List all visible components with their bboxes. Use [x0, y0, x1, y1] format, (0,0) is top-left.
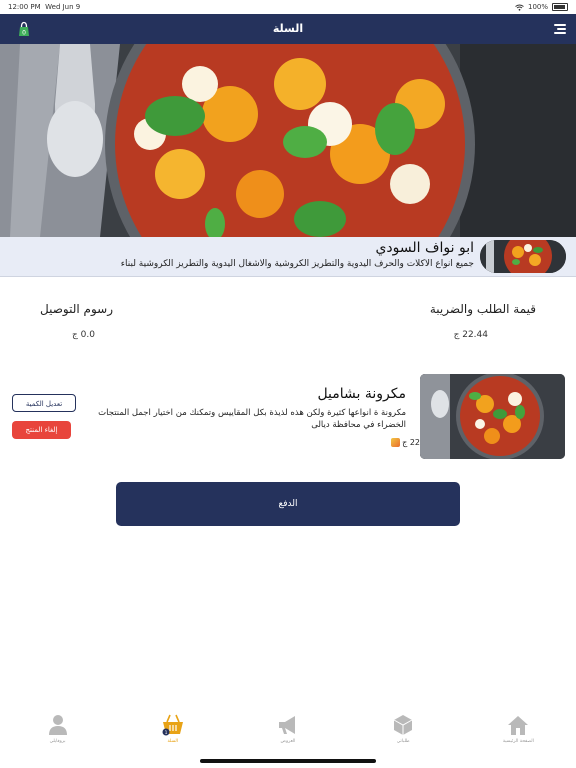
tab-label: طلباتي [396, 739, 410, 744]
pay-button[interactable]: الدفع [116, 482, 460, 526]
tab-label: الصفحة الرئيسية [502, 739, 534, 744]
hero-food-image [0, 44, 576, 237]
order-total-value: 22.44 ج [453, 330, 488, 340]
order-total-label: قيمة الطلب والضريبة [429, 302, 536, 316]
home-icon [508, 716, 529, 735]
status-bar: 12:00 PM Wed Jun 9 100% [0, 0, 576, 14]
seller-thumbnail [480, 240, 566, 273]
price-tag-icon [391, 438, 401, 447]
orders-icon [393, 715, 413, 735]
tab-label: السلة [167, 739, 179, 744]
seller-banner[interactable]: ابو نواف السودي جميع انواع الاكلات والحر… [0, 237, 576, 277]
tab-label: العروض [280, 739, 296, 744]
product-name: مكرونة بشاميل [317, 386, 406, 402]
seller-name: ابو نواف السودي [375, 240, 474, 256]
tab-profile[interactable]: بروفايلي [0, 707, 115, 752]
menu-button[interactable] [554, 24, 566, 34]
product-description: مكرونة ة انواعها كثيرة ولكن هذه لذيذة بك… [98, 408, 406, 430]
tab-label: بروفايلي [49, 739, 66, 744]
tab-cart-badge: 1 [164, 730, 167, 736]
status-time: 12:00 PM Wed Jun 9 [8, 3, 81, 11]
bottom-tab-bar: الصفحة الرئيسية طلباتي العروض 1 السلة بر… [0, 707, 576, 752]
basket-icon: 1 [162, 714, 183, 736]
status-right: 100% [515, 3, 568, 11]
seller-description: جميع انواع الاكلات والحرف اليدوية والتطر… [120, 259, 474, 269]
wifi-icon [515, 4, 524, 11]
user-icon [48, 715, 67, 735]
battery-icon [552, 3, 568, 11]
navbar: 0 السلة [0, 14, 576, 44]
product-image [420, 374, 565, 459]
food-illustration [0, 44, 576, 237]
tab-offers[interactable]: العروض [230, 707, 345, 752]
home-indicator [200, 759, 376, 763]
delivery-fee-value: 0.0 ج [72, 330, 95, 340]
battery-percent: 100% [527, 3, 548, 11]
delivery-fee-label: رسوم التوصيل [40, 302, 114, 316]
page-title: السلة [272, 22, 304, 35]
tab-home[interactable]: الصفحة الرئيسية [461, 707, 576, 752]
tab-cart[interactable]: 1 السلة [115, 707, 230, 752]
remove-product-button[interactable]: إلغاء المنتج [12, 421, 71, 439]
menu-icon [554, 24, 566, 26]
edit-quantity-button[interactable]: تعديل الكمية [12, 394, 76, 412]
megaphone-icon [278, 716, 295, 734]
tab-orders[interactable]: طلباتي [346, 707, 461, 752]
price-text: 22 ج [402, 438, 420, 447]
product-price: 22 ج [391, 438, 420, 447]
